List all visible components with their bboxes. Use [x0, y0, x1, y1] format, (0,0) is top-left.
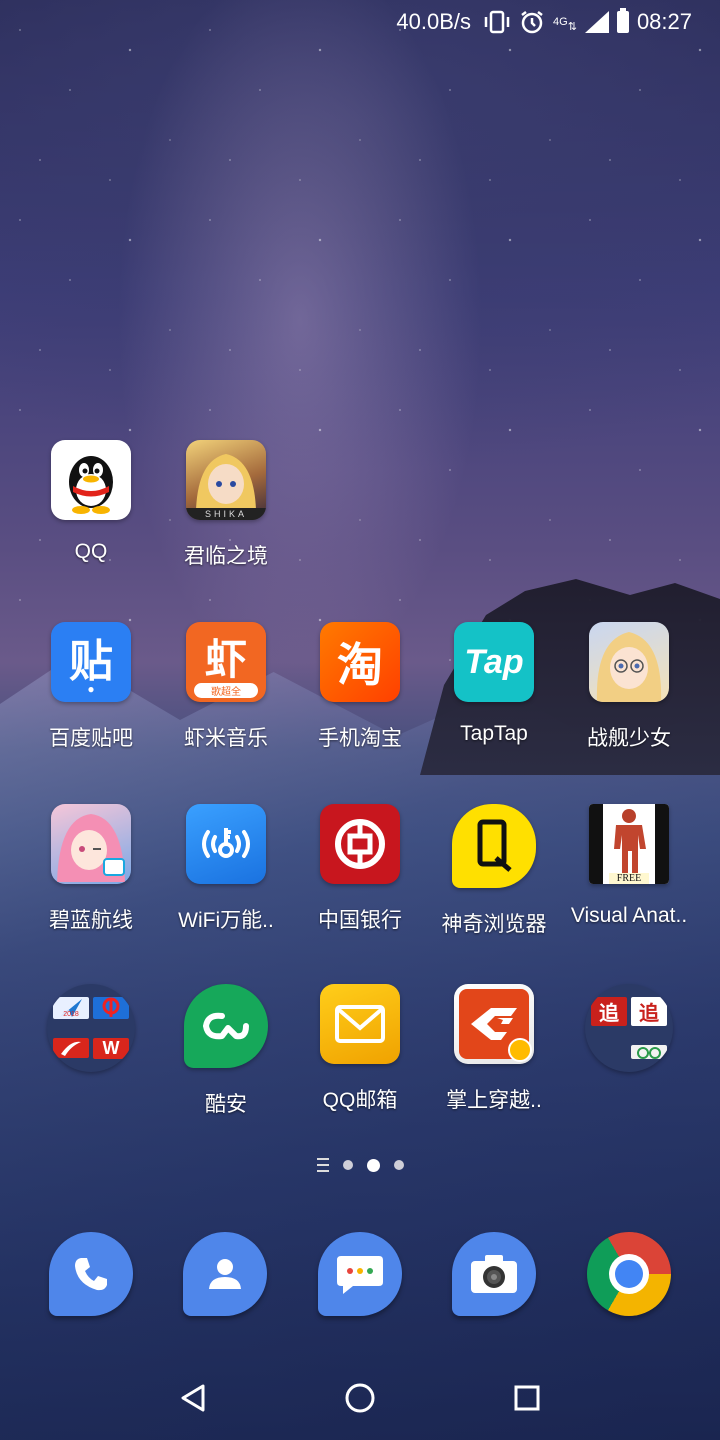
- app-xiami[interactable]: 虾 歌超全 虾米音乐: [159, 622, 293, 782]
- reader-app-icon: 追: [631, 997, 667, 1027]
- app-tieba[interactable]: 贴 ● 百度贴吧: [24, 622, 158, 782]
- page-dot[interactable]: [393, 1160, 404, 1170]
- airline-icon: [53, 1038, 89, 1059]
- xiami-icon: 虾 歌超全: [186, 622, 266, 702]
- network-speed: 40.0B/s: [396, 9, 472, 34]
- status-bar: 40.0B/s 4G ⇅ 08:27: [0, 0, 720, 44]
- tieba-icon: 贴 ●: [51, 622, 131, 702]
- folder-icon: 2018 W: [47, 984, 135, 1072]
- railway-icon: [93, 997, 129, 1020]
- tencent-games-icon: [508, 1038, 532, 1062]
- app-junlin[interactable]: SHIKA 君临之境: [159, 440, 293, 600]
- recents-button[interactable]: [497, 1368, 557, 1428]
- clock: 08:27: [636, 9, 692, 34]
- wps-icon: W: [93, 1037, 129, 1059]
- plane-icon: 2018: [53, 997, 89, 1020]
- navigation-bar: [0, 1356, 720, 1440]
- vibrate-icon: [483, 10, 511, 34]
- app-taobao[interactable]: 淘 手机淘宝: [293, 622, 427, 782]
- game-badge-text: SHIKA: [204, 509, 247, 519]
- app-label: 君临之境: [184, 545, 268, 568]
- contacts-icon: [183, 1232, 267, 1316]
- app-kuan[interactable]: 酷安: [159, 984, 293, 1144]
- game-character-icon: SHIKA: [186, 440, 266, 520]
- app-label: Visual Anat..: [570, 904, 688, 927]
- page-dot-active[interactable]: [366, 1158, 380, 1172]
- dock-contacts[interactable]: [183, 1232, 267, 1316]
- app-zhanjian[interactable]: 战舰少女: [562, 622, 696, 782]
- paw-icon: ●: [87, 682, 95, 696]
- anime-girl-icon: [51, 804, 131, 884]
- camera-icon: [452, 1232, 536, 1316]
- mail-icon: [320, 984, 400, 1064]
- phone-icon: [49, 1232, 133, 1316]
- app-drawer-icon[interactable]: [316, 1158, 329, 1172]
- app-folder-2[interactable]: 追 追: [562, 984, 696, 1144]
- bilibili-icon: [103, 858, 125, 876]
- dock-messages[interactable]: [318, 1232, 402, 1316]
- page-dot[interactable]: [342, 1160, 353, 1170]
- app-folder-1[interactable]: 2018 W: [24, 984, 158, 1144]
- app-qq[interactable]: QQ: [24, 440, 158, 600]
- chrome-icon: [587, 1232, 671, 1316]
- coolapk-icon: [184, 984, 268, 1068]
- home-icon: [345, 1383, 375, 1413]
- app-label: 战舰少女: [587, 727, 671, 750]
- app-label: QQ: [74, 540, 108, 563]
- signal-icon: [584, 11, 609, 33]
- wifi-key-icon: [186, 804, 266, 884]
- back-button[interactable]: [163, 1368, 223, 1428]
- app-label: 手机淘宝: [318, 727, 402, 750]
- app-boc[interactable]: 中国银行: [293, 804, 427, 964]
- anime-girl-icon: [589, 622, 669, 702]
- app-label: 掌上穿越..: [446, 1089, 542, 1112]
- app-label: WiFi万能..: [178, 909, 274, 932]
- app-shenqi[interactable]: 神奇浏览器: [427, 804, 561, 964]
- app-label: 百度贴吧: [49, 727, 133, 750]
- page-indicator[interactable]: [0, 1158, 720, 1172]
- folder-icon: 追 追: [585, 984, 673, 1072]
- app-label: 神奇浏览器: [441, 913, 547, 936]
- crossfire-icon: [454, 984, 534, 1064]
- app-wifi[interactable]: WiFi万能..: [159, 804, 293, 964]
- back-icon: [181, 1384, 205, 1412]
- app-cf[interactable]: 掌上穿越..: [427, 984, 561, 1144]
- alarm-icon: [519, 9, 545, 35]
- home-button[interactable]: [330, 1368, 390, 1428]
- app-label: 中国银行: [318, 909, 402, 932]
- glasses-icon: [631, 1044, 667, 1059]
- taptap-icon: Tap: [454, 622, 534, 702]
- book-app-icon: 追: [591, 997, 627, 1027]
- dock-camera[interactable]: [452, 1232, 536, 1316]
- app-label: TapTap: [460, 722, 528, 745]
- bank-logo-icon: [320, 804, 400, 884]
- qq-icon: [51, 440, 131, 520]
- dock-phone[interactable]: [49, 1232, 133, 1316]
- battery-icon: [616, 8, 629, 33]
- messages-icon: [318, 1232, 402, 1316]
- network-type: 4G ⇅: [553, 16, 577, 33]
- taobao-icon: 淘: [320, 622, 400, 702]
- app-taptap[interactable]: Tap TapTap: [427, 622, 561, 782]
- browser-q-icon: [452, 804, 536, 888]
- app-label: 酷安: [205, 1093, 247, 1116]
- app-bilan[interactable]: 碧蓝航线: [24, 804, 158, 964]
- dock-chrome[interactable]: [587, 1232, 671, 1316]
- app-label: QQ邮箱: [322, 1089, 398, 1112]
- app-label: 碧蓝航线: [49, 909, 133, 932]
- app-label: 虾米音乐: [184, 727, 268, 750]
- anatomy-icon: FREE: [589, 804, 669, 884]
- app-qqmail[interactable]: QQ邮箱: [293, 984, 427, 1144]
- app-anatomy[interactable]: FREE Visual Anat..: [562, 804, 696, 964]
- recents-icon: [514, 1385, 540, 1411]
